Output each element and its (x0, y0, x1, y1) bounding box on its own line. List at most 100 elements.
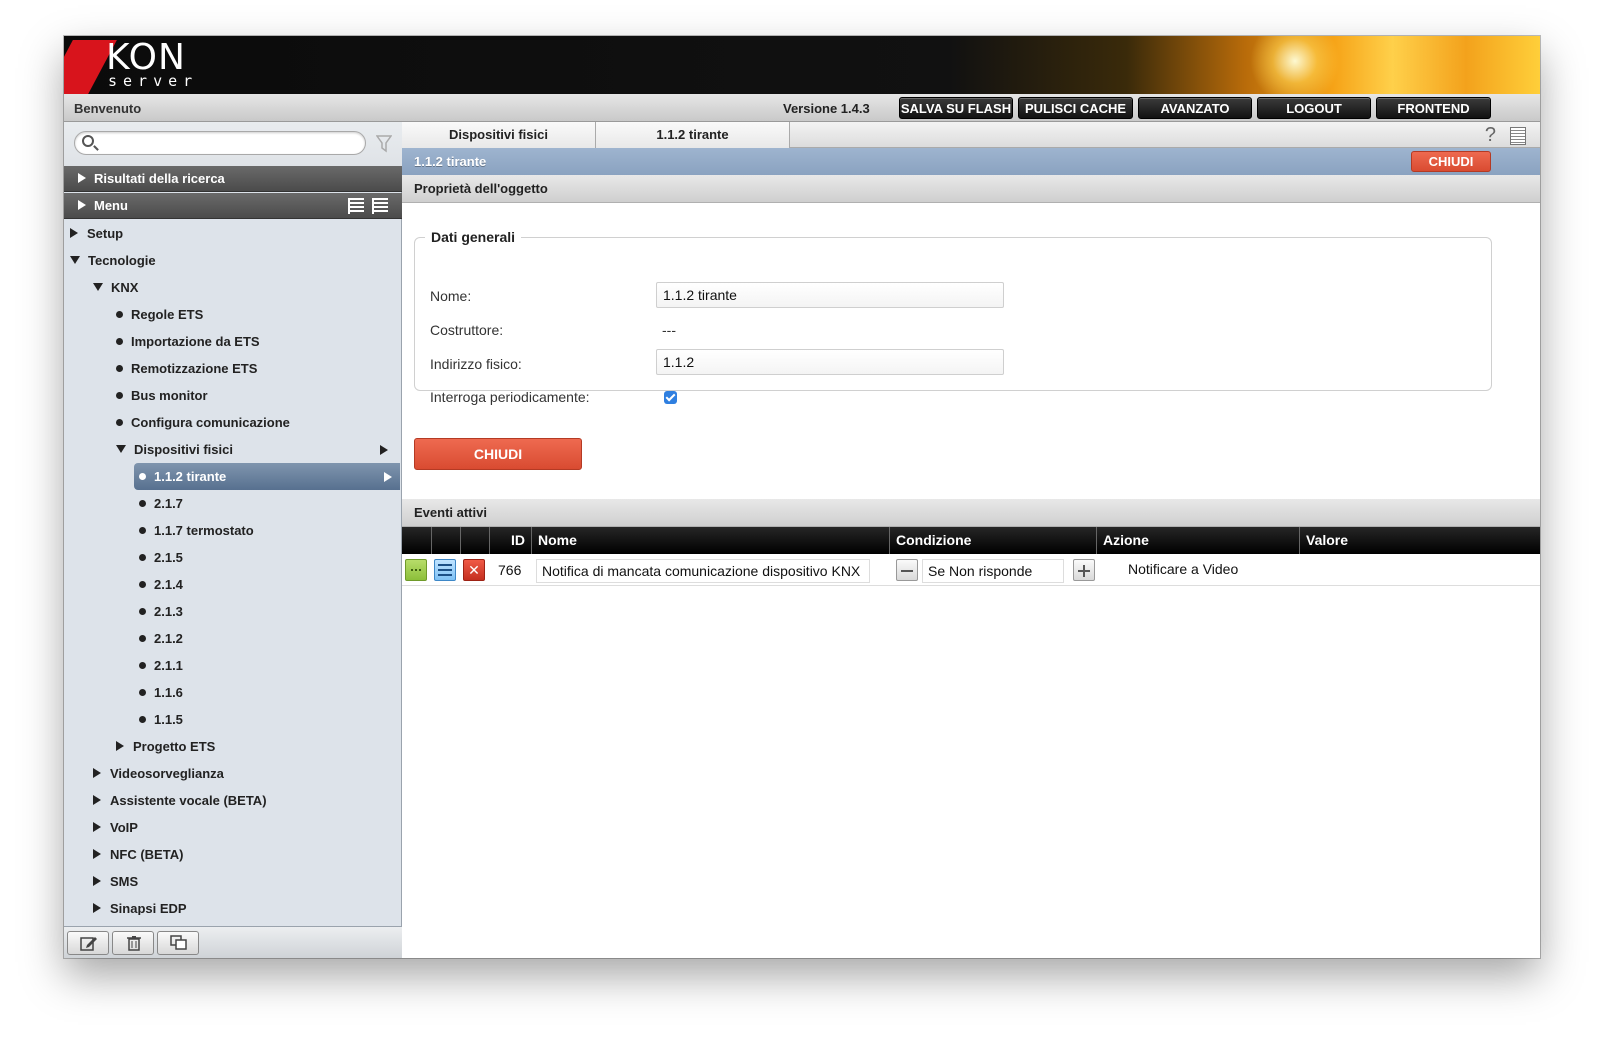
search-results-label: Risultati della ricerca (94, 171, 225, 186)
col-condizione[interactable]: Condizione (889, 527, 1096, 554)
active-events-header: Eventi attivi (402, 499, 1540, 527)
top-toolbar: Benvenuto Versione 1.4.3 SALVA SU FLASH … (64, 94, 1540, 122)
tree-item-tecnologie[interactable]: Tecnologie (70, 247, 156, 274)
plus-button[interactable] (1073, 559, 1095, 581)
col-action-2 (431, 527, 460, 554)
event-action: Notificare a Video (1128, 561, 1239, 577)
tree-item-dispositivi-fisici[interactable]: Dispositivi fisici (116, 436, 396, 463)
search-input[interactable] (99, 134, 359, 152)
tab-1-1-2-tirante[interactable]: 1.1.2 tirante (596, 122, 790, 148)
tree-item-device[interactable]: 2.1.4 (139, 571, 183, 598)
plus-icon-v (1083, 565, 1085, 577)
ikon-logo: KON server (64, 36, 204, 96)
enable-event-button[interactable] (405, 559, 427, 581)
tree-item-device[interactable]: 2.1.7 (139, 490, 183, 517)
tree-item-knx[interactable]: KNX (93, 274, 138, 301)
minus-icon (901, 570, 913, 572)
col-action-3 (460, 527, 489, 554)
indirizzo-label: Indirizzo fisico: (430, 356, 522, 372)
indirizzo-field[interactable]: 1.1.2 (656, 349, 1004, 375)
interroga-label: Interroga periodicamente: (430, 389, 590, 405)
search-box (74, 131, 366, 155)
settings-list-icon[interactable] (1510, 127, 1526, 145)
tree-item-bus-monitor[interactable]: Bus monitor (116, 382, 208, 409)
tree-item-device[interactable]: 1.1.6 (139, 679, 183, 706)
collapse-all-icon[interactable] (372, 198, 388, 214)
logout-button[interactable]: LOGOUT (1257, 97, 1371, 119)
minus-button[interactable] (896, 559, 918, 581)
header-banner: KON server (64, 36, 1540, 106)
filter-icon[interactable] (376, 135, 392, 153)
save-flash-button[interactable]: SALVA SU FLASH (899, 97, 1013, 119)
tree-item-voip[interactable]: VoIP (93, 814, 138, 841)
costruttore-label: Costruttore: (430, 322, 504, 338)
col-nome[interactable]: Nome (531, 527, 881, 554)
tree-item-device[interactable]: 2.1.3 (139, 598, 183, 625)
tree-item-videosorveglianza[interactable]: Videosorveglianza (93, 760, 224, 787)
tab-bar: Dispositivi fisici 1.1.2 tirante ? (402, 122, 1540, 148)
tab-dispositivi-fisici[interactable]: Dispositivi fisici (402, 122, 596, 148)
expand-arrow-icon (380, 445, 388, 455)
col-azione[interactable]: Azione (1096, 527, 1299, 554)
col-id[interactable]: ID (489, 527, 531, 554)
col-action-1 (402, 527, 431, 554)
expand-arrow-icon (384, 472, 392, 482)
logo-subtext: server (108, 72, 199, 90)
costruttore-value: --- (662, 322, 676, 338)
list-icon (438, 564, 452, 576)
tree-item-sinapsi-edp[interactable]: Sinapsi EDP (93, 895, 187, 915)
tree-item-device[interactable]: 2.1.2 (139, 625, 183, 652)
help-icon[interactable]: ? (1485, 124, 1496, 147)
close-icon: ✕ (468, 562, 480, 578)
frontend-button[interactable]: FRONTEND (1376, 97, 1491, 119)
table-row: ✕ 766 Notifica di mancata comunicazione … (402, 554, 1540, 586)
event-id: 766 (498, 562, 522, 578)
copy-icon (170, 935, 187, 950)
search-bar (64, 122, 402, 166)
trash-icon (127, 936, 141, 951)
tree-item-configura-comunicazione[interactable]: Configura comunicazione (116, 409, 290, 436)
tree-item-1-1-2-tirante[interactable]: 1.1.2 tirante (134, 463, 400, 490)
tree-item-remotizzazione-ets[interactable]: Remotizzazione ETS (116, 355, 257, 382)
edit-button[interactable] (67, 931, 109, 955)
tree-item-assistente-vocale[interactable]: Assistente vocale (BETA) (93, 787, 267, 814)
delete-button[interactable] (112, 931, 154, 955)
tree-item-sms[interactable]: SMS (93, 868, 138, 895)
nome-label: Nome: (430, 288, 472, 304)
general-data-legend: Dati generali (431, 229, 516, 245)
col-valore[interactable]: Valore (1299, 527, 1540, 554)
more-icon (411, 569, 421, 571)
events-table-header: ID Nome Condizione Azione Valore (402, 527, 1540, 554)
advanced-button[interactable]: AVANZATO (1138, 97, 1252, 119)
edit-icon (80, 937, 97, 951)
object-properties-header: Proprietà dell'oggetto (402, 175, 1540, 203)
sidebar: Risultati della ricerca Menu Setup Tecno… (64, 122, 402, 958)
tree-item-regole-ets[interactable]: Regole ETS (116, 301, 203, 328)
condition-field[interactable]: Se Non risponde (922, 559, 1064, 583)
close-button[interactable]: CHIUDI (414, 438, 582, 470)
expand-all-icon[interactable] (348, 198, 364, 214)
details-event-button[interactable] (434, 559, 456, 581)
interroga-checkbox[interactable] (664, 391, 677, 404)
nome-field[interactable]: 1.1.2 tirante (656, 282, 1004, 308)
search-results-header[interactable]: Risultati della ricerca (64, 166, 402, 192)
welcome-text: Benvenuto (74, 101, 142, 116)
panel-titlebar: 1.1.2 tirante CHIUDI (402, 148, 1540, 175)
tree-item-device[interactable]: 2.1.5 (139, 544, 183, 571)
app-window: KON server Benvenuto Versione 1.4.3 SALV… (64, 36, 1540, 958)
tree-item-progetto-ets[interactable]: Progetto ETS (116, 733, 215, 760)
tree-item-importazione-ets[interactable]: Importazione da ETS (116, 328, 260, 355)
main-panel: Dispositivi fisici 1.1.2 tirante ? 1.1.2… (402, 122, 1540, 958)
tree-item-nfc[interactable]: NFC (BETA) (93, 841, 183, 868)
tree-item-device[interactable]: 1.1.7 termostato (139, 517, 254, 544)
search-icon (82, 135, 94, 147)
event-name-field[interactable]: Notifica di mancata comunicazione dispos… (536, 559, 870, 583)
clear-cache-button[interactable]: PULISCI CACHE (1018, 97, 1133, 119)
menu-header[interactable]: Menu (64, 193, 402, 219)
delete-event-button[interactable]: ✕ (463, 559, 485, 581)
tree-item-device[interactable]: 1.1.5 (139, 706, 183, 733)
tree-item-device[interactable]: 2.1.1 (139, 652, 183, 679)
close-panel-button[interactable]: CHIUDI (1411, 151, 1491, 172)
duplicate-button[interactable] (157, 931, 199, 955)
tree-item-setup[interactable]: Setup (70, 220, 123, 247)
